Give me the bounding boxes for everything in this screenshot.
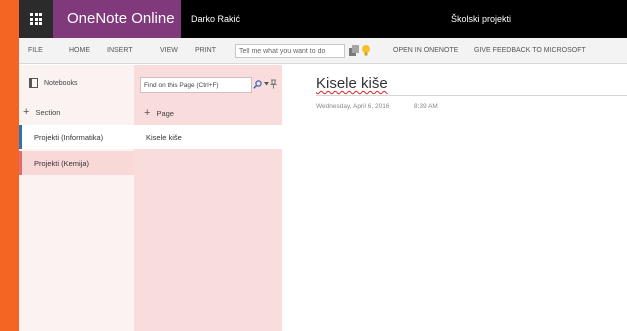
tab-file[interactable]: FILE [28,38,43,64]
notebook-icon [29,78,38,88]
section-item-kemija[interactable]: Projekti (Kemija) [19,151,134,175]
give-feedback-button[interactable]: GIVE FEEDBACK TO MICROSOFT [474,38,586,64]
notebook-title[interactable]: Školski projekti [451,0,511,38]
notebooks-button[interactable]: Notebooks [19,75,134,91]
app-launcher-button[interactable] [19,0,53,38]
page-title-text: Kisele kiše [316,75,388,92]
search-icon[interactable] [253,80,262,89]
add-icon: + [23,105,30,118]
add-icon: + [144,106,151,119]
sections-pane: Notebooks + Section Projekti (Informatik… [19,65,134,331]
app-launcher-icon [30,13,42,25]
page-canvas[interactable]: Kisele kiše Wednesday, April 6, 2016 8:3… [282,65,627,331]
ribbon-tabs: FILE HOME INSERT VIEW PRINT OPEN IN ONEN… [19,38,627,64]
add-section-label: Section [35,107,61,117]
pin-icon[interactable] [270,79,277,89]
notebooks-label: Notebooks [44,79,78,87]
page-item-kisele-kise[interactable]: Kisele kiše [134,125,282,149]
ribbon-app-icon[interactable] [349,45,359,57]
title-divider [316,95,627,96]
dropdown-caret-icon[interactable] [264,82,269,86]
open-in-onenote-button[interactable]: OPEN IN ONENOTE [393,38,458,64]
tab-print[interactable]: PRINT [195,38,216,64]
user-name[interactable]: Darko Rakić [191,0,240,38]
add-page-label: Page [156,108,174,118]
tab-insert[interactable]: INSERT [107,38,133,64]
title-bar: OneNote Online Darko Rakić Školski proje… [19,0,627,38]
tell-me-input[interactable] [235,44,345,58]
pages-pane: + Page Kisele kiše [134,65,282,331]
page-label: Kisele kiše [146,132,182,142]
app-name[interactable]: OneNote Online [53,0,181,38]
page-time: 8:39 AM [414,103,438,110]
section-label: Projekti (Informatika) [34,132,104,142]
section-item-informatika[interactable]: Projekti (Informatika) [19,125,134,149]
lightbulb-icon[interactable] [362,44,370,58]
add-section-button[interactable]: + Section [23,105,60,119]
page-title[interactable]: Kisele kiše [316,75,388,92]
page-date: Wednesday, April 6, 2016 [316,103,390,110]
tab-view[interactable]: VIEW [160,38,178,64]
section-label: Projekti (Kemija) [34,158,90,168]
onenote-window: OneNote Online Darko Rakić Školski proje… [19,0,627,331]
add-page-button[interactable]: + Page [144,106,174,120]
find-on-page-input[interactable] [140,77,252,93]
tab-home[interactable]: HOME [69,38,90,64]
